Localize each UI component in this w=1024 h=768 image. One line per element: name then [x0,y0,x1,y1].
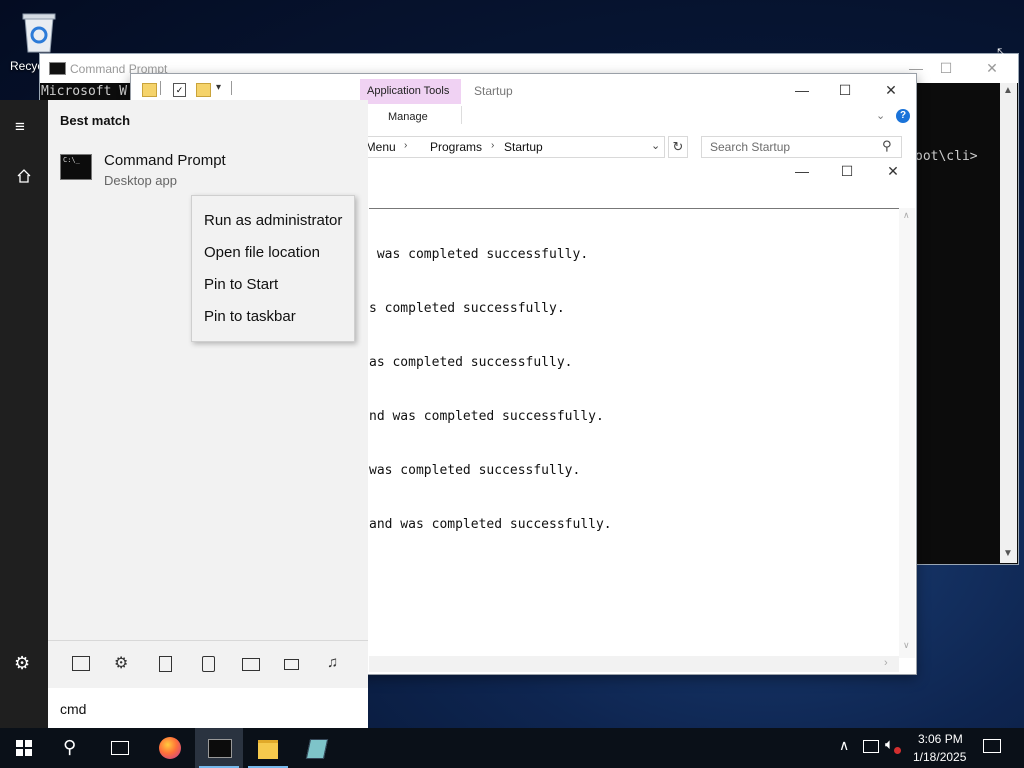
customize-toolbar-chevron-icon[interactable]: ▾ [216,82,221,93]
new-folder-icon[interactable] [196,83,211,97]
search-button[interactable]: ⚲ [48,728,96,768]
inner-minimize-button[interactable]: — [793,162,811,180]
output-line: s completed successfully. [369,301,565,316]
show-hidden-icons-chevron-icon[interactable]: ∧ [839,737,849,754]
tab-manage[interactable]: Manage [388,111,428,123]
clock-time[interactable]: 3:06 PM [918,732,963,746]
windows-logo-icon [16,740,32,756]
toolbar-divider [231,81,232,95]
refresh-icon[interactable]: ↻ [668,136,688,158]
content-border [369,208,899,209]
start-button[interactable] [0,728,48,768]
breadcrumb-programs[interactable]: Programs [430,140,482,154]
menu-item-pin-to-taskbar[interactable]: Pin to taskbar [204,308,296,325]
explorer-close-button[interactable]: ✕ [882,81,900,99]
cmd-maximize-button[interactable]: ☐ [937,59,955,77]
filter-divider [48,640,368,641]
menu-item-pin-to-start[interactable]: Pin to Start [204,276,278,293]
settings-filter-icon[interactable]: ⚙ [114,653,128,673]
command-prompt-taskbar-button[interactable] [195,728,243,768]
task-view-icon [111,741,129,755]
search-query-text: cmd [60,701,87,717]
apps-filter-icon[interactable] [72,656,90,671]
expand-ribbon-chevron-icon[interactable]: ⌄ [876,109,885,122]
cmd-prompt-path: oot\cli> [915,149,978,164]
address-dropdown-chevron-icon[interactable]: ⌄ [651,139,660,152]
output-line: and was completed successfully. [369,517,612,532]
app-taskbar-button[interactable] [293,728,341,768]
firefox-icon [159,737,181,759]
explorer-maximize-button[interactable]: ☐ [836,81,854,99]
volume-muted-icon[interactable]: 🔈︎ [885,736,894,753]
photos-filter-icon[interactable] [242,658,260,671]
context-menu: Run as administrator Open file location … [191,195,355,342]
folder-icon [258,740,278,759]
network-icon[interactable] [863,740,879,753]
firefox-taskbar-button[interactable] [146,728,194,768]
recycle-bin-graphic [22,13,56,53]
folder-icon[interactable] [142,83,157,97]
scroll-up-icon[interactable]: ∧ [903,210,910,221]
start-menu-rail: ≡ ⚙ [0,100,48,728]
output-line: was completed successfully. [369,247,589,262]
window-title: Startup [474,84,513,98]
file-explorer-taskbar-button[interactable] [244,728,292,768]
home-icon[interactable] [16,168,32,184]
documents-filter-icon[interactable] [159,656,172,672]
menu-item-open-file-location[interactable]: Open file location [204,244,320,261]
explorer-minimize-button[interactable]: — [793,81,811,99]
scroll-up-icon[interactable]: ▲ [1003,85,1013,96]
tab-application-tools-label: Application Tools [367,85,450,97]
tab-application-tools[interactable]: Application Tools [360,79,461,104]
muted-badge-icon [894,747,901,754]
resize-handle-icon[interactable]: ⤡ [997,45,1008,62]
cmd-scrollbar[interactable]: ▲ ▼ [1000,83,1017,563]
notepad-icon [305,739,329,759]
inner-maximize-button[interactable]: ☐ [838,162,856,180]
address-bar[interactable]: t Menu › Programs › Startup ⌄ [356,136,665,158]
search-icon: ⚲ [63,737,77,757]
output-line: as completed successfully. [369,355,573,370]
help-icon[interactable]: ? [896,109,910,123]
output-line: was completed successfully. [369,463,581,478]
search-placeholder: Search Startup [710,140,791,154]
menu-item-run-as-administrator[interactable]: Run as administrator [204,212,342,229]
search-input[interactable]: Search Startup ⚲ [701,136,902,158]
toolbar-divider [160,81,161,95]
vertical-scrollbar[interactable]: ∧ ∨ [899,208,915,658]
hamburger-menu-icon[interactable]: ≡ [15,117,25,137]
command-prompt-icon: C:\_ [60,154,92,180]
ribbon-divider [461,106,462,124]
settings-gear-icon[interactable]: ⚙ [14,653,30,674]
best-match-heading: Best match [60,113,131,128]
task-view-button[interactable] [96,728,144,768]
start-search-box[interactable]: cmd [48,688,368,728]
command-prompt-icon [208,739,232,758]
breadcrumb-startup[interactable]: Startup [504,140,543,154]
scroll-right-icon[interactable]: › [884,657,888,669]
device-filter-icon[interactable] [202,656,215,672]
clock-date[interactable]: 1/18/2025 [913,750,966,764]
horizontal-scrollbar[interactable]: › [369,656,899,672]
music-filter-icon[interactable]: ♫ [327,654,338,671]
inner-close-button[interactable]: ✕ [884,162,902,180]
notifications-icon[interactable] [983,739,1001,753]
search-icon: ⚲ [882,138,892,153]
scroll-down-icon[interactable]: ▼ [1003,548,1013,559]
scroll-down-icon[interactable]: ∨ [903,640,910,651]
result-subtitle: Desktop app [104,173,177,188]
videos-filter-icon[interactable] [284,659,299,670]
breadcrumb-separator-icon: › [404,140,408,151]
search-result-command-prompt[interactable]: C:\_ Command Prompt Desktop app [48,142,368,194]
result-title: Command Prompt [104,152,226,169]
properties-icon[interactable]: ✓ [173,83,186,97]
breadcrumb-separator-icon: › [491,140,495,151]
console-output: was completed successfully. s completed … [369,210,612,570]
cmd-app-icon [49,62,66,75]
output-line: nd was completed successfully. [369,409,604,424]
cmd-output-line: Microsoft W [41,84,128,99]
